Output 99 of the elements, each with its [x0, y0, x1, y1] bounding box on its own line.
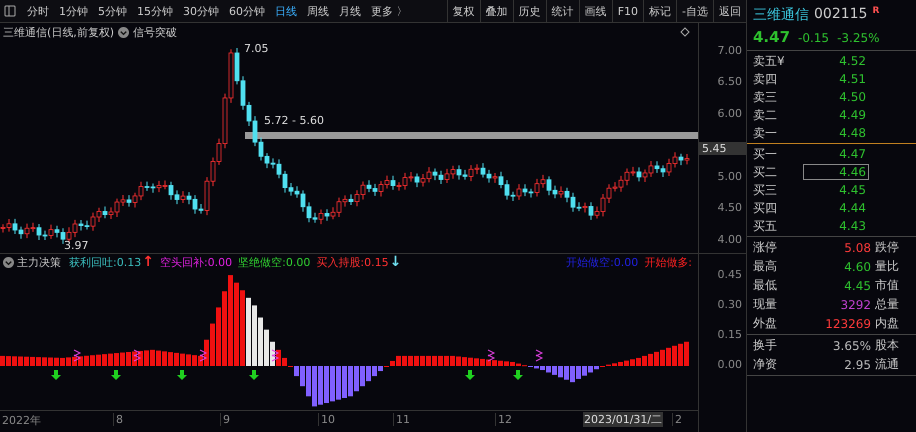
- order-price: 4.51: [838, 71, 867, 87]
- indicator-value: 开始做多:: [644, 254, 692, 270]
- stat-label: 市值: [875, 277, 899, 294]
- order-price: 4.46: [803, 164, 869, 180]
- order-price: 4.45: [838, 182, 867, 198]
- order-level-label: 买五: [753, 218, 778, 234]
- x-axis-label: 12: [495, 413, 512, 426]
- y-axis-label: 0.30: [718, 298, 742, 311]
- stock-code: 002115: [814, 6, 868, 22]
- period-tab[interactable]: 15分钟: [132, 4, 178, 18]
- indicator-name[interactable]: 主力决策: [17, 254, 61, 270]
- period-tab[interactable]: 5分钟: [93, 4, 132, 18]
- last-price: 4.47: [753, 28, 790, 46]
- period-tab[interactable]: 周线: [302, 4, 334, 18]
- cursor-date: 2023/01/31/二: [583, 412, 664, 427]
- indicator-value: 开始做空:0.00: [566, 254, 638, 270]
- period-tab[interactable]: 分时: [22, 4, 54, 18]
- x-axis-label: 9: [220, 413, 230, 426]
- order-price: 4.44: [838, 200, 867, 216]
- stat-label: 最高: [753, 258, 778, 275]
- stat-label: 外盘: [753, 315, 778, 332]
- y-axis-label: 4.50: [718, 201, 742, 214]
- stat-value: 4.60: [843, 260, 872, 274]
- stat-label: 股本: [875, 337, 899, 354]
- toolbar-button[interactable]: 历史: [512, 0, 546, 22]
- current-price-label: 5.45: [699, 142, 746, 155]
- order-level-label: 卖二: [753, 106, 778, 124]
- order-level-label: 买四: [753, 200, 778, 216]
- indicator-value: 获利回吐:0.13: [69, 254, 142, 270]
- order-level-label: 卖三: [753, 88, 778, 106]
- x-axis-label: 10: [318, 413, 335, 426]
- toolbar-button[interactable]: 统计: [546, 0, 579, 22]
- toolbar-button[interactable]: F10: [612, 0, 644, 22]
- stat-label: 流通: [875, 356, 899, 373]
- stat-label: 现量: [753, 296, 778, 313]
- x-axis-label: 11: [393, 413, 410, 426]
- order-level-label: 卖一: [753, 124, 778, 142]
- period-tab[interactable]: 月线: [334, 4, 366, 18]
- order-level-label: 买一: [753, 146, 778, 162]
- high-price-label: 7.05: [244, 43, 268, 55]
- stat-value: 123269: [824, 316, 872, 330]
- indicator-value: 买入持股:0.15: [316, 254, 389, 270]
- stat-label: 换手: [753, 337, 778, 354]
- y-axis-label: 6.00: [718, 107, 742, 120]
- period-tab[interactable]: 30分钟: [178, 4, 224, 18]
- stat-value: 2.95: [843, 358, 872, 372]
- toolbar-button[interactable]: 叠加: [480, 0, 513, 22]
- y-axis-label: 0.45: [718, 268, 742, 281]
- price-range-label: 5.72 - 5.60: [264, 115, 324, 127]
- order-price: 4.48: [838, 125, 867, 141]
- order-price: 4.49: [838, 107, 867, 123]
- stat-value: 5.08: [843, 240, 872, 254]
- chart-title: 三维通信(日线,前复权): [3, 24, 114, 40]
- x-axis-label: 8: [113, 413, 123, 426]
- low-price-label: 3.97: [64, 240, 88, 252]
- order-level-label: 卖四: [753, 70, 778, 88]
- order-price: 4.52: [838, 53, 867, 69]
- order-level-label: 买三: [753, 182, 778, 198]
- indicator-value: 坚绝做空:0.00: [238, 254, 310, 270]
- stat-value: 3.65%: [832, 338, 872, 352]
- order-price: 4.47: [838, 146, 867, 162]
- stat-label: 净资: [753, 356, 778, 373]
- stock-name: 三维通信: [753, 6, 809, 24]
- y-axis-label: 6.50: [718, 75, 742, 88]
- toolbar-button[interactable]: -自选: [676, 0, 713, 22]
- period-tab[interactable]: 日线: [270, 4, 302, 18]
- signal-arrow: ↑: [142, 255, 154, 269]
- order-level-label: 卖五¥: [753, 52, 786, 70]
- period-tab[interactable]: 60分钟: [224, 4, 270, 18]
- period-tab[interactable]: 1分钟: [54, 4, 93, 18]
- stat-label: 量比: [875, 258, 899, 275]
- x-axis-label: 2022年: [1, 413, 41, 428]
- order-price: 4.50: [838, 89, 867, 105]
- order-price: 4.43: [838, 218, 867, 234]
- y-axis-label: 4.00: [718, 233, 742, 246]
- percent-change: -3.25%: [837, 31, 880, 45]
- stat-label: 跌停: [875, 239, 899, 256]
- order-level-label: 买二: [753, 164, 778, 180]
- price-change: -0.15: [798, 31, 830, 45]
- stat-value: 3292: [839, 298, 872, 312]
- stat-label: 总量: [875, 296, 899, 313]
- stat-value: 4.45: [843, 278, 872, 292]
- y-axis-label: 0.00: [718, 358, 742, 371]
- signal-arrow: ↓: [390, 255, 402, 269]
- y-axis-label: 5.00: [718, 170, 742, 183]
- margin-label: R: [872, 6, 880, 16]
- toolbar-button[interactable]: 标记: [643, 0, 676, 22]
- toolbar-button[interactable]: 画线: [578, 0, 612, 22]
- indicator-name[interactable]: 信号突破: [133, 24, 178, 40]
- y-axis-label: 0.15: [718, 328, 742, 341]
- y-axis-label: 7.00: [718, 44, 742, 57]
- indicator-value: 空头回补:0.00: [160, 254, 232, 270]
- stat-label: 涨停: [753, 239, 778, 256]
- stat-label: 最低: [753, 277, 778, 294]
- toolbar-button[interactable]: 返回: [713, 0, 746, 22]
- stat-label: 内盘: [875, 315, 899, 332]
- period-tab[interactable]: 更多 〉: [366, 4, 412, 18]
- x-axis-label: 2: [672, 413, 682, 426]
- toolbar-button[interactable]: 复权: [446, 0, 480, 22]
